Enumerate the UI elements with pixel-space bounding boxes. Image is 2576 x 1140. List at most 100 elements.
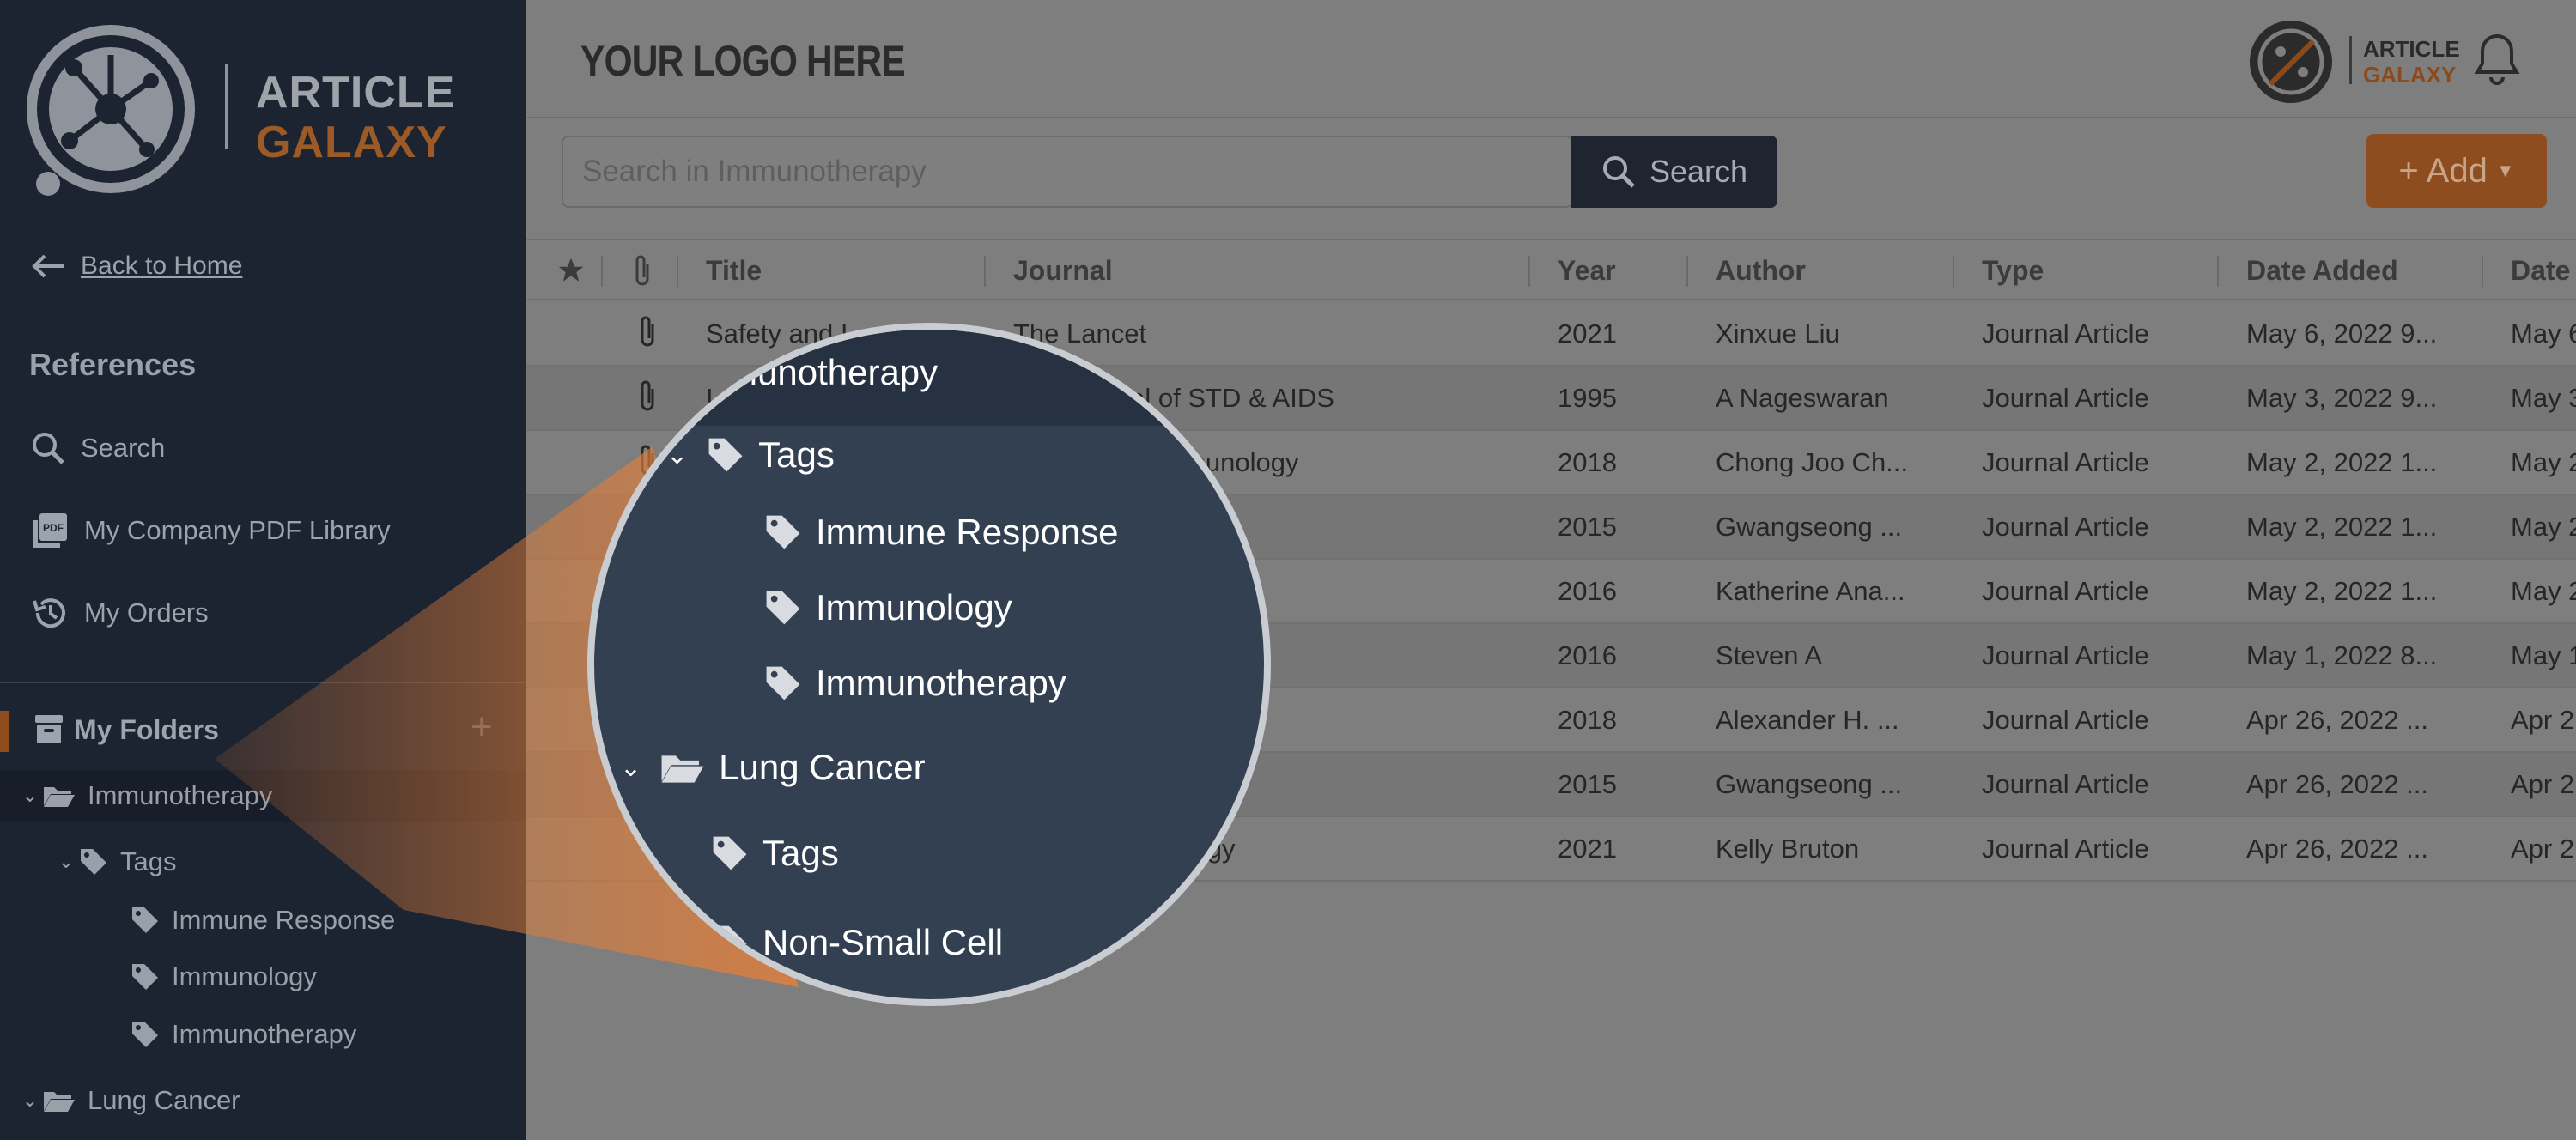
cell-date-added: Apr 26, 2022 ... — [2246, 768, 2428, 799]
tag-label: Immune Response — [172, 905, 396, 935]
brand-logo[interactable]: ARTICLE GALAXY — [22, 21, 503, 196]
cell-date: May 6 — [2511, 318, 2576, 349]
chevron-down-icon[interactable]: ⌄ — [17, 785, 43, 807]
chevron-down-icon[interactable]: ⌄ — [53, 851, 79, 873]
lens-non-small-cell: Non-Small Cell — [711, 922, 1003, 963]
galaxy-logo-icon — [2250, 21, 2332, 103]
lens-tag-label: Immunology — [816, 587, 1012, 628]
cell-year: 2016 — [1558, 640, 1617, 670]
table-header: Title Journal Year Author Type Date Adde… — [526, 239, 2576, 300]
cell-date-added: May 2, 2022 1... — [2246, 511, 2438, 542]
folder-open-icon — [43, 784, 76, 808]
cell-year: 2021 — [1558, 833, 1617, 864]
back-to-home-link[interactable]: Back to Home — [31, 247, 242, 285]
brand-word-galaxy: GALAXY — [2363, 62, 2457, 88]
archive-box-icon — [35, 715, 63, 743]
cell-author: Chong Joo Ch... — [1716, 446, 1909, 477]
tag-icon — [766, 666, 800, 700]
lens-tag-label: Immunotherapy — [816, 663, 1066, 703]
column-separator[interactable] — [1528, 256, 1530, 287]
lens-folder-lung-cancer: ⌄ Lung Cancer — [620, 747, 926, 788]
brand-word-article: ARTICLE — [256, 68, 456, 118]
cell-date-added: Apr 26, 2022 ... — [2246, 833, 2428, 864]
search-button[interactable]: Search — [1571, 136, 1777, 208]
search-icon — [33, 433, 64, 464]
svg-text:PDF: PDF — [43, 522, 64, 534]
cell-date: May 2 — [2511, 446, 2576, 477]
my-folders-label: My Folders — [74, 714, 219, 745]
cell-type: Journal Article — [1982, 382, 2149, 413]
lens-lung-cancer-label: Lung Cancer — [719, 747, 926, 787]
cell-author: Xinxue Liu — [1716, 318, 1840, 349]
cell-date: May 2 — [2511, 575, 2576, 606]
tag-icon — [713, 925, 747, 960]
history-icon — [33, 598, 65, 628]
lens-folder-tags: ⌄ Tags — [666, 434, 835, 476]
my-folders-header: My Folders + — [0, 706, 526, 757]
tag-icon — [713, 836, 747, 870]
folder-label: Immunotherapy — [88, 780, 273, 810]
sidebar: ARTICLE GALAXY Back to Home References S… — [0, 0, 526, 1140]
cell-date-added: May 2, 2022 1... — [2246, 575, 2438, 606]
lens-tag-immunology: Immunology — [764, 587, 1012, 628]
cell-year: 2021 — [1558, 318, 1617, 349]
cell-author: A Nageswaran — [1716, 382, 1889, 413]
folder-immunotherapy[interactable]: ⌄ Immunotherapy — [0, 770, 526, 822]
cell-author: Katherine Ana... — [1716, 575, 1905, 606]
column-separator[interactable] — [677, 256, 678, 287]
cell-type: Journal Article — [1982, 640, 2149, 670]
add-button-label: + Add — [2398, 151, 2488, 190]
magnifier-lens: ...munotherapy ⌄ Tags Immune Response Im… — [587, 323, 1271, 1006]
cell-type: Journal Article — [1982, 446, 2149, 477]
chevron-down-icon: ⌄ — [666, 440, 689, 470]
column-header-year[interactable]: Year — [1558, 240, 1616, 300]
tag-label: Immunotherapy — [172, 1019, 357, 1049]
lens-non-small-label: Non-Small Cell — [762, 922, 1004, 962]
sidebar-item-search[interactable]: Search — [31, 424, 165, 472]
folder-lung-cancer[interactable]: ⌄ Lung Cancer — [0, 1075, 526, 1126]
references-heading: References — [29, 347, 197, 382]
column-header-author[interactable]: Author — [1716, 240, 1806, 300]
caret-down-icon: ▼ — [2495, 160, 2515, 181]
column-separator[interactable] — [1953, 256, 1954, 287]
pdf-icon: PDF — [33, 513, 67, 548]
column-header-date-added[interactable]: Date Added — [2246, 240, 2398, 300]
lens-tags-label: Tags — [758, 434, 835, 475]
column-separator[interactable] — [2482, 256, 2483, 287]
cell-author: Gwangseong ... — [1716, 511, 1903, 542]
column-header-date[interactable]: Date — [2511, 240, 2570, 300]
sidebar-item-orders[interactable]: My Orders — [31, 589, 209, 637]
column-separator[interactable] — [2217, 256, 2219, 287]
bell-icon[interactable] — [2473, 33, 2521, 90]
column-separator[interactable] — [1686, 256, 1688, 287]
tag-icon — [766, 515, 800, 549]
cell-date-added: May 2, 2022 1... — [2246, 446, 2438, 477]
folder-tags[interactable]: ⌄ Tags — [0, 836, 526, 888]
cell-date: Apr 2 — [2511, 833, 2575, 864]
folder-label: Tags — [120, 846, 177, 876]
tag-immune-response[interactable]: Immune Response — [0, 894, 526, 946]
header-brand-logo[interactable]: ARTICLE GALAXY — [2246, 17, 2461, 103]
column-separator[interactable] — [601, 256, 603, 287]
chevron-down-icon[interactable]: ⌄ — [17, 1089, 43, 1112]
cell-year: 2018 — [1558, 446, 1617, 477]
search-input[interactable]: Search in Immunotherapy — [562, 136, 1573, 208]
sidebar-item-pdf-library[interactable]: PDF My Company PDF Library — [31, 506, 391, 555]
folder-open-icon — [43, 1088, 76, 1113]
tag-immunology[interactable]: Immunology — [0, 951, 526, 1003]
star-column-icon[interactable] — [556, 240, 586, 300]
tag-icon — [131, 906, 160, 935]
add-folder-button[interactable]: + — [471, 706, 493, 749]
column-header-type[interactable]: Type — [1982, 240, 2044, 300]
cell-year: 2015 — [1558, 511, 1617, 542]
column-header-journal[interactable]: Journal — [1013, 240, 1113, 300]
column-header-title[interactable]: Title — [706, 240, 762, 300]
attachment-column-icon[interactable] — [632, 240, 653, 300]
tag-icon — [79, 847, 108, 876]
folder-open-icon — [661, 755, 704, 783]
search-icon — [1602, 156, 1635, 188]
tag-immunotherapy[interactable]: Immunotherapy — [0, 1009, 526, 1060]
add-button[interactable]: + Add ▼ — [2366, 134, 2547, 208]
column-separator[interactable] — [984, 256, 986, 287]
chevron-down-icon: ⌄ — [620, 753, 642, 782]
